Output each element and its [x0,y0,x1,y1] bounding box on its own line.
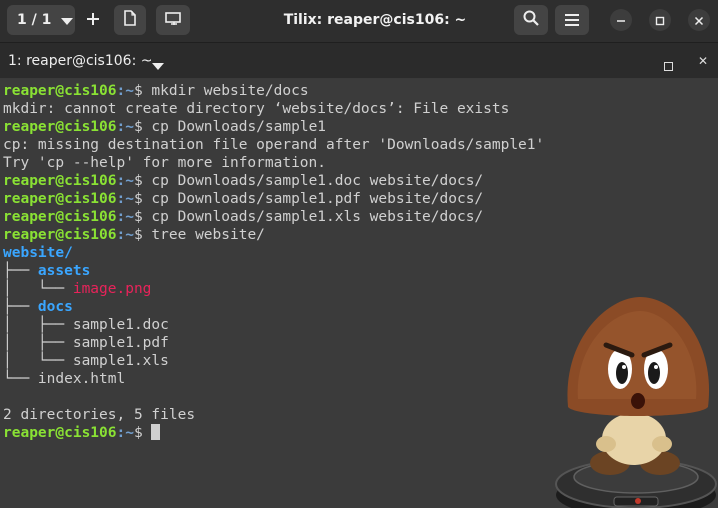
terminal-line: └── index.html [3,370,544,388]
terminal-lines: reaper@cis106:~$ mkdir website/docs mkdir… [3,82,544,442]
output-text: cp: missing destination file operand aft… [3,137,545,153]
search-icon [523,10,539,30]
terminal-line: │ ├── sample1.pdf [3,334,544,352]
terminal-line: │ └── image.png [3,280,544,298]
tree-branch: │ └── [3,281,73,297]
command-text: $ mkdir website/docs [133,83,309,99]
sync-input-button[interactable] [156,5,190,35]
search-button[interactable] [514,5,548,35]
tree-file: sample1.xls [72,353,169,369]
menu-button[interactable] [555,5,589,35]
sync-input-icon [165,11,181,30]
terminal-line: Try 'cp --help' for more information. [3,154,544,172]
tree-branch: │ ├── [3,335,73,351]
command-text: $ cp Downloads/sample1.doc website/docs/ [133,173,484,189]
terminal-line: website/ [3,244,544,262]
output-text: mkdir: cannot create directory ‘website/… [3,101,510,117]
prompt-path: :~ [116,119,134,135]
terminal-line: reaper@cis106:~$ mkdir website/docs [3,82,544,100]
terminal-title-bar: 1: reaper@cis106: ~ ✕ [0,43,718,78]
close-button[interactable] [688,9,710,31]
window-title: Tilix: reaper@cis106: ~ [283,12,467,28]
tree-directory: assets [37,263,91,279]
prompt-path: :~ [116,209,134,225]
tree-branch: ├── [3,299,38,315]
output-text: 2 directories, 5 files [3,407,196,423]
tree-branch: └── [3,371,38,387]
text-cursor [151,424,161,440]
terminal-line: ├── assets [3,262,544,280]
command-text: $ [133,425,152,441]
chevron-down-icon[interactable] [152,56,164,75]
header-bar: 1 / 1 Tilix: reaper@cis106: ~ [0,0,718,43]
prompt-user: reaper@cis106 [3,227,117,243]
tree-file: image.png [72,281,152,297]
prompt-user: reaper@cis106 [3,173,117,189]
new-window-icon [123,10,137,30]
command-text: $ cp Downloads/sample1.pdf website/docs/ [133,191,484,207]
terminal-line: mkdir: cannot create directory ‘website/… [3,100,544,118]
prompt-path: :~ [116,425,134,441]
terminal-line: reaper@cis106:~$ cp Downloads/sample1.xl… [3,208,544,226]
terminal-output[interactable]: reaper@cis106:~$ mkdir website/docs mkdir… [0,79,718,508]
sessions-button[interactable]: 1 / 1 [7,5,75,35]
output-text: Try 'cp --help' for more information. [3,155,327,171]
minimize-button[interactable] [610,9,632,31]
tree-directory: website/ [3,245,73,261]
terminal-maximize-icon[interactable] [664,56,673,75]
maximize-icon [655,11,665,30]
tree-branch: │ └── [3,353,73,369]
terminal-line: 2 directories, 5 files [3,406,544,424]
terminal-line: │ └── sample1.xls [3,352,544,370]
terminal-line: reaper@cis106:~$ [3,424,544,442]
terminal-line: ├── docs [3,298,544,316]
terminal-title[interactable]: 1: reaper@cis106: ~ [8,53,152,69]
command-text: $ cp Downloads/sample1.xls website/docs/ [133,209,484,225]
tree-file: index.html [37,371,126,387]
prompt-user: reaper@cis106 [3,119,117,135]
prompt-path: :~ [116,191,134,207]
prompt-path: :~ [116,83,134,99]
prompt-path: :~ [116,173,134,189]
terminal-line: │ ├── sample1.doc [3,316,544,334]
minimize-icon [616,11,626,30]
chevron-down-icon [61,11,74,30]
terminal-line: cp: missing destination file operand aft… [3,136,544,154]
command-text: $ cp Downloads/sample1 [133,119,327,135]
mascot-illustration [548,279,718,508]
close-icon [694,11,704,30]
tree-directory: docs [37,299,73,315]
prompt-user: reaper@cis106 [3,83,117,99]
prompt-user: reaper@cis106 [3,209,117,225]
prompt-path: :~ [116,227,134,243]
terminal-line: reaper@cis106:~$ cp Downloads/sample1 [3,118,544,136]
terminal-line: reaper@cis106:~$ tree website/ [3,226,544,244]
new-window-button[interactable] [114,5,146,35]
maximize-button[interactable] [649,9,671,31]
add-terminal-button[interactable] [79,5,107,35]
prompt-user: reaper@cis106 [3,425,117,441]
tree-branch: ├── [3,263,38,279]
sessions-label: 1 / 1 [17,12,52,28]
tree-file: sample1.pdf [72,335,169,351]
terminal-line: reaper@cis106:~$ cp Downloads/sample1.pd… [3,190,544,208]
terminal-line: reaper@cis106:~$ cp Downloads/sample1.do… [3,172,544,190]
hamburger-menu-icon [565,11,579,30]
command-text: $ tree website/ [133,227,265,243]
tree-branch: │ ├── [3,317,73,333]
prompt-user: reaper@cis106 [3,191,117,207]
plus-icon [86,11,100,30]
terminal-close-icon[interactable]: ✕ [698,54,708,68]
tree-file: sample1.doc [72,317,169,333]
